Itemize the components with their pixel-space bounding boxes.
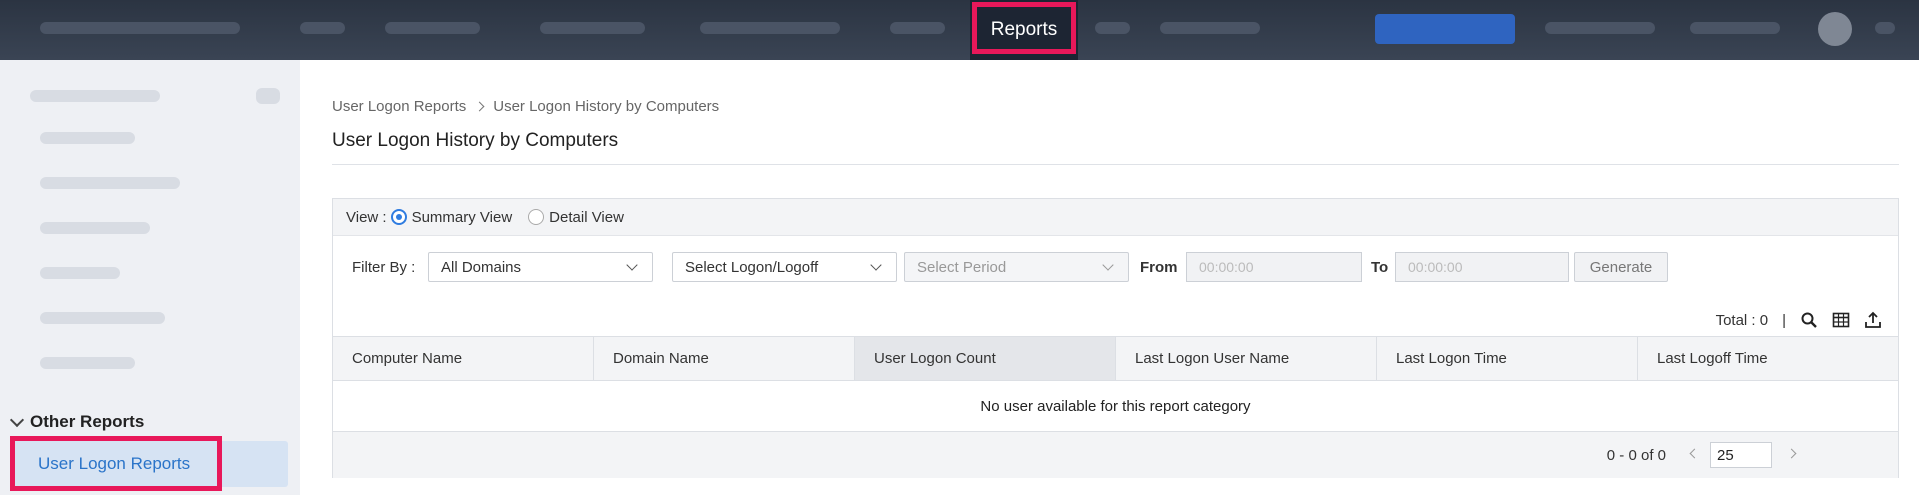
sidebar-section-label: Other Reports bbox=[30, 412, 145, 431]
logon-select-value: Select Logon/Logoff bbox=[685, 258, 819, 276]
from-label: From bbox=[1140, 259, 1178, 276]
nav-tab-blurred[interactable] bbox=[300, 22, 345, 34]
from-time-placeholder: 00:00:00 bbox=[1199, 259, 1254, 275]
sidebar-item-blurred[interactable] bbox=[40, 177, 180, 189]
chevron-left-icon[interactable] bbox=[1689, 448, 1700, 459]
period-select[interactable]: Select Period bbox=[904, 252, 1129, 282]
column-header-last-logon-user-name[interactable]: Last Logon User Name bbox=[1116, 337, 1377, 380]
column-chooser-icon[interactable] bbox=[1832, 311, 1850, 329]
empty-table-message: No user available for this report catego… bbox=[980, 397, 1251, 415]
period-select-placeholder: Select Period bbox=[917, 258, 1007, 276]
chevron-down-icon bbox=[870, 259, 882, 271]
pagination-bar: 0 - 0 of 0 25 bbox=[333, 431, 1898, 478]
column-header-last-logoff-time[interactable]: Last Logoff Time bbox=[1638, 337, 1898, 380]
domain-select[interactable]: All Domains bbox=[428, 252, 653, 282]
product-logo bbox=[40, 22, 240, 34]
report-panel: View : Summary View Detail View Filter B… bbox=[332, 198, 1899, 478]
primary-action-button[interactable] bbox=[1375, 14, 1515, 44]
collapse-icon[interactable] bbox=[256, 88, 280, 104]
chevron-down-icon bbox=[626, 259, 638, 271]
chevron-right-icon[interactable] bbox=[1786, 448, 1797, 459]
breadcrumb: User Logon Reports User Logon History by… bbox=[332, 98, 719, 115]
sidebar-heading-blurred bbox=[30, 90, 160, 102]
generate-button[interactable]: Generate bbox=[1574, 252, 1668, 282]
sidebar-item-blurred[interactable] bbox=[40, 132, 135, 144]
nav-tab-blurred[interactable] bbox=[1160, 22, 1260, 34]
sidebar-item-label: User Logon Reports bbox=[38, 454, 191, 473]
detail-view-label: Detail View bbox=[549, 208, 624, 226]
breadcrumb-current: User Logon History by Computers bbox=[493, 98, 720, 115]
export-icon[interactable] bbox=[1864, 311, 1882, 329]
nav-tab-blurred[interactable] bbox=[540, 22, 645, 34]
nav-link-blurred[interactable] bbox=[1545, 22, 1655, 34]
divider: | bbox=[1782, 311, 1786, 329]
nav-tab-blurred[interactable] bbox=[385, 22, 480, 34]
nav-tab-blurred[interactable] bbox=[700, 22, 840, 34]
table-header: Computer Name Domain Name User Logon Cou… bbox=[333, 336, 1898, 381]
nav-tab-blurred[interactable] bbox=[890, 22, 945, 34]
table-toolbar: Total : 0 | bbox=[1716, 311, 1882, 329]
search-icon[interactable] bbox=[1800, 311, 1818, 329]
chevron-right-icon bbox=[474, 101, 485, 112]
to-label: To bbox=[1371, 259, 1389, 276]
detail-view-option[interactable]: Detail View bbox=[528, 209, 624, 226]
column-header-user-logon-count[interactable]: User Logon Count bbox=[855, 337, 1116, 380]
to-time-placeholder: 00:00:00 bbox=[1408, 259, 1463, 275]
summary-view-label: Summary View bbox=[411, 208, 513, 226]
total-count: Total : 0 bbox=[1715, 311, 1769, 329]
summary-view-option[interactable]: Summary View bbox=[390, 208, 513, 226]
sidebar-item-blurred[interactable] bbox=[40, 357, 135, 369]
page-size-value: 25 bbox=[1717, 446, 1734, 464]
detail-view-radio[interactable] bbox=[528, 209, 545, 225]
divider bbox=[332, 164, 1899, 165]
avatar[interactable] bbox=[1818, 12, 1852, 46]
page-title: User Logon History by Computers bbox=[332, 130, 619, 151]
view-label: View : bbox=[346, 208, 387, 226]
nav-tab-reports-label: Reports bbox=[990, 19, 1058, 40]
sidebar-item-blurred[interactable] bbox=[40, 267, 120, 279]
sidebar-item-user-logon-reports[interactable]: User Logon Reports bbox=[12, 441, 288, 487]
main-content: User Logon Reports User Logon History by… bbox=[300, 60, 1919, 495]
pagination-range: 0 - 0 of 0 bbox=[1606, 447, 1666, 464]
to-time-input[interactable]: 00:00:00 bbox=[1395, 252, 1569, 282]
chevron-down-icon bbox=[1102, 259, 1114, 271]
filter-row: Filter By : All Domains Select Logon/Log… bbox=[333, 236, 1898, 296]
sidebar-section-other-reports[interactable]: Other Reports bbox=[9, 412, 145, 432]
filter-by-label: Filter By : bbox=[352, 259, 416, 276]
from-time-input[interactable]: 00:00:00 bbox=[1186, 252, 1362, 282]
domain-select-value: All Domains bbox=[441, 258, 522, 276]
column-header-domain-name[interactable]: Domain Name bbox=[594, 337, 855, 380]
breadcrumb-parent-link[interactable]: User Logon Reports bbox=[332, 98, 466, 115]
nav-tab-blurred[interactable] bbox=[1095, 22, 1130, 34]
logon-logoff-select[interactable]: Select Logon/Logoff bbox=[672, 252, 897, 282]
chevron-down-icon bbox=[9, 412, 25, 427]
summary-view-radio[interactable] bbox=[390, 209, 407, 225]
sidebar-item-blurred[interactable] bbox=[40, 222, 150, 234]
column-header-last-logon-time[interactable]: Last Logon Time bbox=[1377, 337, 1638, 380]
top-navigation-bar: Reports bbox=[0, 0, 1919, 60]
page-size-input[interactable]: 25 bbox=[1710, 442, 1772, 468]
menu-icon[interactable] bbox=[1875, 22, 1895, 34]
sidebar-item-blurred[interactable] bbox=[40, 312, 165, 324]
view-selector: View : Summary View Detail View bbox=[333, 199, 1898, 236]
nav-link-blurred[interactable] bbox=[1690, 22, 1780, 34]
nav-tab-reports[interactable]: Reports bbox=[970, 0, 1078, 60]
column-header-computer-name[interactable]: Computer Name bbox=[333, 337, 594, 380]
